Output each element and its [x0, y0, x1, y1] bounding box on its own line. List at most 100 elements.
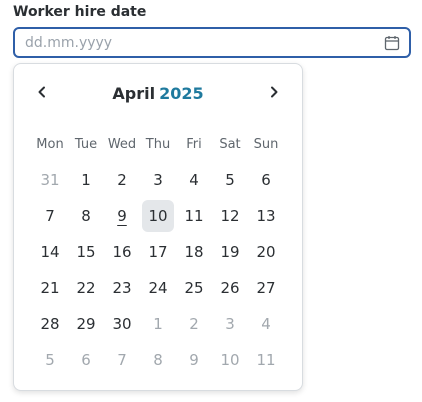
day-number: 10: [220, 351, 240, 369]
day-number: 30: [112, 315, 132, 333]
day-cell[interactable]: 30: [104, 306, 140, 342]
week-row: 7 8 9 10 11 12 13: [32, 198, 284, 234]
date-input-container[interactable]: [13, 27, 411, 58]
day-number: 21: [40, 279, 60, 297]
day-cell[interactable]: 11: [248, 342, 284, 378]
day-number: 2: [189, 315, 199, 333]
day-number: 3: [225, 315, 235, 333]
day-cell[interactable]: 12: [212, 198, 248, 234]
calendar-popup: April 2025 Mon Tue Wed Thu Fri Sat Sun 31…: [13, 63, 303, 391]
field-label: Worker hire date: [13, 4, 147, 20]
day-cell[interactable]: 9: [176, 342, 212, 378]
day-number: 8: [81, 207, 91, 225]
day-number: 6: [81, 351, 91, 369]
day-cell[interactable]: 8: [68, 198, 104, 234]
weekday-tue: Tue: [74, 136, 98, 152]
day-number: 11: [256, 351, 276, 369]
week-row: 28 29 30 1 2 3 4: [32, 306, 284, 342]
day-cell[interactable]: 7: [32, 198, 68, 234]
day-cell[interactable]: 25: [176, 270, 212, 306]
chevron-right-icon[interactable]: [262, 80, 286, 104]
day-number: 22: [76, 279, 96, 297]
day-number: 8: [153, 351, 163, 369]
day-cell[interactable]: 20: [248, 234, 284, 270]
day-cell[interactable]: 21: [32, 270, 68, 306]
hire-date-input[interactable]: [25, 32, 365, 54]
week-row: 5 6 7 8 9 10 11: [32, 342, 284, 378]
day-cell-today[interactable]: 9: [104, 198, 140, 234]
day-cell[interactable]: 13: [248, 198, 284, 234]
day-cell[interactable]: 15: [68, 234, 104, 270]
day-number: 9: [189, 351, 199, 369]
day-number: 25: [184, 279, 204, 297]
month-year-heading: April 2025: [14, 84, 302, 103]
day-cell[interactable]: 17: [140, 234, 176, 270]
day-number: 23: [112, 279, 132, 297]
day-number: 1: [153, 315, 163, 333]
day-cell[interactable]: 6: [248, 162, 284, 198]
day-number: 9: [117, 207, 127, 225]
day-number: 11: [184, 207, 204, 225]
day-cell[interactable]: 14: [32, 234, 68, 270]
day-cell[interactable]: 1: [68, 162, 104, 198]
day-cell[interactable]: 7: [104, 342, 140, 378]
day-cell[interactable]: 27: [248, 270, 284, 306]
weekday-header-row: Mon Tue Wed Thu Fri Sat Sun: [32, 126, 284, 162]
day-number: 14: [40, 243, 60, 261]
day-cell[interactable]: 18: [176, 234, 212, 270]
weekday-thu: Thu: [145, 136, 171, 152]
day-cell[interactable]: 23: [104, 270, 140, 306]
day-cell[interactable]: 4: [176, 162, 212, 198]
day-number: 28: [40, 315, 60, 333]
day-cell[interactable]: 3: [212, 306, 248, 342]
day-cell[interactable]: 11: [176, 198, 212, 234]
weekday-wed: Wed: [107, 136, 137, 152]
day-cell[interactable]: 5: [212, 162, 248, 198]
day-cell[interactable]: 5: [32, 342, 68, 378]
day-number: 1: [81, 171, 91, 189]
weekday-sun: Sun: [253, 136, 279, 152]
week-row: 14 15 16 17 18 19 20: [32, 234, 284, 270]
day-number: 24: [148, 279, 168, 297]
day-number: 2: [117, 171, 127, 189]
day-cell[interactable]: 19: [212, 234, 248, 270]
day-cell[interactable]: 26: [212, 270, 248, 306]
day-number: 16: [112, 243, 132, 261]
day-number: 4: [261, 315, 271, 333]
day-number: 3: [153, 171, 163, 189]
day-cell[interactable]: 22: [68, 270, 104, 306]
day-cell[interactable]: 4: [248, 306, 284, 342]
day-number: 12: [220, 207, 240, 225]
day-number: 5: [45, 351, 55, 369]
weekday-sat: Sat: [219, 136, 241, 152]
day-number: 15: [76, 243, 96, 261]
day-cell[interactable]: 24: [140, 270, 176, 306]
day-number: 7: [45, 207, 55, 225]
day-cell[interactable]: 29: [68, 306, 104, 342]
day-number: 5: [225, 171, 235, 189]
week-row: 31 1 2 3 4 5 6: [32, 162, 284, 198]
weekday-mon: Mon: [36, 136, 64, 152]
day-cell[interactable]: 16: [104, 234, 140, 270]
calendar-grid: Mon Tue Wed Thu Fri Sat Sun 31 1 2 3 4 5 6 7 8 9 1…: [32, 126, 284, 378]
day-cell[interactable]: 2: [104, 162, 140, 198]
day-number: 4: [189, 171, 199, 189]
week-row: 21 22 23 24 25 26 27: [32, 270, 284, 306]
day-number: 29: [76, 315, 96, 333]
day-cell[interactable]: 3: [140, 162, 176, 198]
day-cell[interactable]: 10: [212, 342, 248, 378]
day-cell[interactable]: 2: [176, 306, 212, 342]
day-cell[interactable]: 28: [32, 306, 68, 342]
year-label[interactable]: 2025: [159, 84, 204, 103]
day-cell[interactable]: 6: [68, 342, 104, 378]
month-label: April: [112, 84, 156, 103]
day-cell[interactable]: 1: [140, 306, 176, 342]
day-number: 7: [117, 351, 127, 369]
day-cell-selected[interactable]: 10: [140, 198, 176, 234]
day-cell[interactable]: 8: [140, 342, 176, 378]
day-number: 17: [148, 243, 168, 261]
day-number: 18: [184, 243, 204, 261]
day-cell[interactable]: 31: [32, 162, 68, 198]
day-number: 6: [261, 171, 271, 189]
calendar-icon[interactable]: [384, 35, 400, 51]
